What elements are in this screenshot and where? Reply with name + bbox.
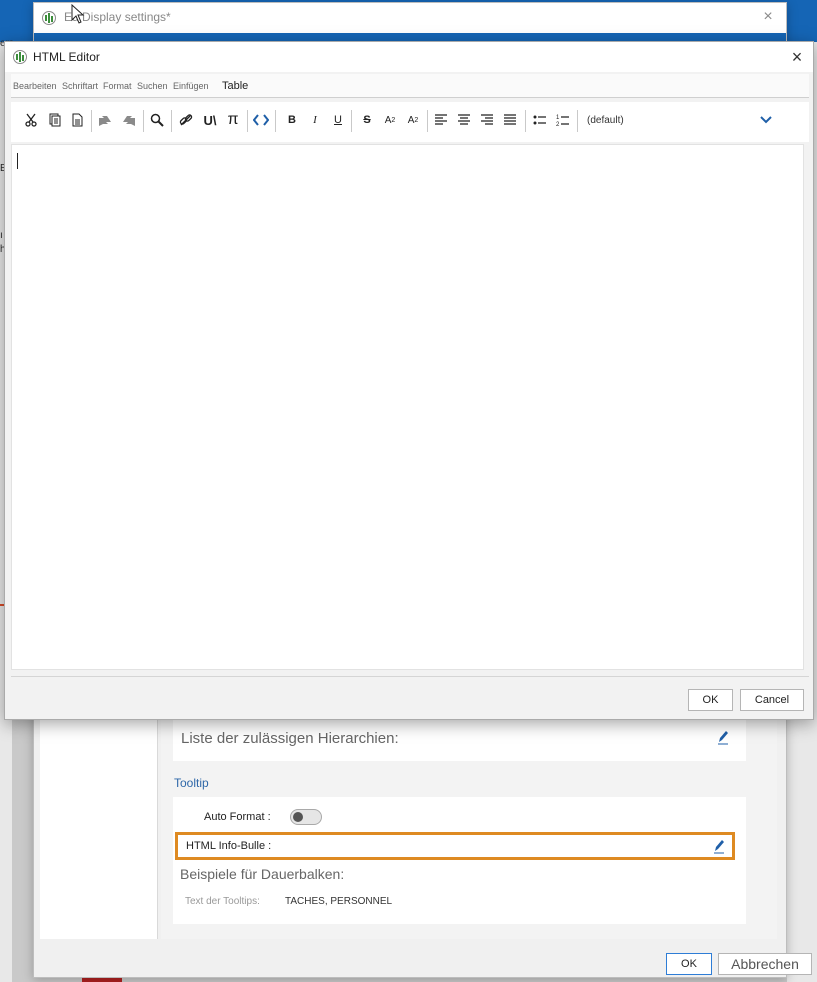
subscript-icon[interactable]: A2 [403, 110, 423, 130]
pencil-icon[interactable] [716, 729, 730, 745]
italic-icon[interactable]: I [305, 110, 325, 130]
font-family-select[interactable]: (default) [583, 110, 777, 132]
menu-table[interactable]: Table [222, 80, 248, 92]
tooltip-text-label: Text der Tooltips: [185, 896, 260, 907]
align-left-icon[interactable] [431, 110, 451, 130]
html-content-editor[interactable] [11, 144, 804, 670]
justify-icon[interactable] [500, 110, 520, 130]
toolbar-separator [525, 110, 526, 132]
strikethrough-icon[interactable]: S [357, 110, 377, 130]
svg-text:1: 1 [556, 115, 560, 121]
app-logo-icon [13, 50, 27, 64]
text-caret [17, 153, 18, 169]
html-info-bulle-row[interactable]: HTML Info-Bulle : [175, 832, 735, 860]
tooltip-text-value: TACHES, PERSONNEL [285, 896, 393, 907]
menu-bearbeiten[interactable]: Bearbeiten [13, 81, 57, 91]
close-icon[interactable]: × [787, 46, 807, 68]
redo-icon[interactable] [119, 110, 139, 130]
numbered-list-icon[interactable]: 12 [553, 110, 573, 130]
examples-label: Beispiele für Dauerbalken: [180, 866, 345, 882]
copy-icon[interactable] [44, 110, 64, 130]
ok-button[interactable]: OK [688, 689, 733, 711]
cancel-button[interactable]: Cancel [740, 689, 804, 711]
close-icon[interactable]: × [758, 7, 778, 27]
app-logo-icon [42, 11, 56, 25]
hierarchies-row[interactable]: Liste der zulässigen Hierarchien: [173, 719, 746, 761]
align-center-icon[interactable] [454, 110, 474, 130]
html-info-bulle-label: HTML Info-Bulle : [186, 840, 272, 852]
toolbar-separator [275, 110, 276, 132]
tooltip-settings-box: Auto Format : HTML Info-Bulle : Beispiel… [173, 797, 746, 924]
auto-format-toggle[interactable] [290, 809, 322, 825]
tooltip-section-heading: Tooltip [174, 776, 209, 790]
dialog-titlebar: Ed Display settings* × [34, 3, 786, 33]
superscript-icon[interactable]: A2 [380, 110, 400, 130]
paste-icon[interactable] [67, 110, 87, 130]
cut-icon[interactable] [21, 110, 41, 130]
toolbar-separator [91, 110, 92, 132]
menu-schriftart[interactable]: Schriftart [62, 81, 98, 91]
underline-icon[interactable]: U [328, 110, 348, 130]
font-select-value: (default) [587, 115, 624, 126]
search-icon[interactable] [147, 110, 167, 130]
bullet-list-icon[interactable] [530, 110, 550, 130]
divider [11, 676, 809, 677]
settings-navigation-panel [40, 715, 158, 939]
toolbar-separator [143, 110, 144, 132]
menu-einfuegen[interactable]: Einfügen [173, 81, 209, 91]
mouse-pointer-icon [71, 4, 85, 24]
svg-text:2: 2 [556, 122, 560, 127]
html-editor-dialog: HTML Editor × Bearbeiten Schriftart Form… [4, 41, 814, 720]
menu-format[interactable]: Format [103, 81, 132, 91]
dialog-title: HTML Editor [33, 50, 100, 64]
ok-button[interactable]: OK [666, 953, 712, 975]
bold-icon[interactable]: B [282, 110, 302, 130]
dialog-titlebar: HTML Editor × [5, 42, 813, 72]
undo-icon[interactable] [95, 110, 115, 130]
align-right-icon[interactable] [477, 110, 497, 130]
source-code-icon[interactable] [251, 110, 271, 130]
toolbar-separator [171, 110, 172, 132]
menu-bar: Bearbeiten Schriftart Format Suchen Einf… [11, 74, 809, 98]
pi-icon[interactable]: π [223, 110, 243, 130]
hierarchies-label: Liste der zulässigen Hierarchien: [181, 730, 399, 747]
background-text-fragment: ı [0, 230, 3, 241]
pencil-icon[interactable] [712, 838, 726, 854]
background-accent-line [82, 978, 122, 982]
menu-suchen[interactable]: Suchen [137, 81, 168, 91]
toggle-knob [293, 812, 303, 822]
link-icon[interactable] [176, 110, 196, 130]
toolbar-separator [351, 110, 352, 132]
toolbar-separator [247, 110, 248, 132]
cancel-button[interactable]: Abbrechen [718, 953, 812, 975]
chevron-down-icon[interactable] [759, 113, 773, 127]
toolbar-separator [577, 110, 578, 132]
formatting-toolbar: U\ π B I U S A2 A2 1 2 (default) [11, 102, 809, 142]
unlink-icon[interactable]: U\ [200, 110, 220, 130]
toolbar-separator [427, 110, 428, 132]
auto-format-label: Auto Format : [204, 811, 271, 823]
